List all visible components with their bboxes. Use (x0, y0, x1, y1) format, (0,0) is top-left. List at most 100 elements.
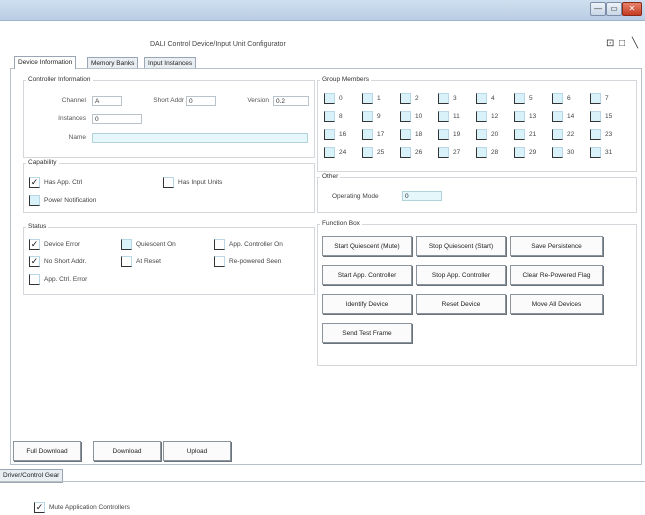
start-quiescent-button[interactable]: Start Quiescent (Mute) (322, 236, 412, 256)
group-26-label: 26 (415, 149, 423, 156)
dock-icon[interactable]: □ (619, 38, 625, 49)
has-input-units-checkbox[interactable] (163, 177, 174, 188)
controller-information-group: Controller Information Channel A Short A… (23, 76, 315, 158)
version-field[interactable]: 0.2 (273, 96, 309, 106)
group-22-checkbox[interactable] (552, 129, 563, 140)
group-24-checkbox[interactable] (324, 147, 335, 158)
group-15-checkbox[interactable] (590, 111, 601, 122)
group-3-label: 3 (453, 95, 457, 102)
save-persistence-button[interactable]: Save Persistence (510, 236, 603, 256)
group-16-checkbox[interactable] (324, 129, 335, 140)
group-30-label: 30 (567, 149, 575, 156)
power-notification-checkbox[interactable] (29, 195, 40, 206)
name-label: Name (68, 134, 86, 141)
group-28-checkbox[interactable] (476, 147, 487, 158)
move-all-devices-button[interactable]: Move All Devices (510, 294, 603, 314)
has-app-ctrl-checkbox[interactable]: ✓ (29, 177, 40, 188)
app-controller-on-label: App. Controller On (229, 241, 283, 248)
group-6-checkbox[interactable] (552, 93, 563, 104)
mute-app-controllers-checkbox[interactable]: ✓ (34, 502, 45, 513)
group-2-label: 2 (415, 95, 419, 102)
group-1-checkbox[interactable] (362, 93, 373, 104)
device-information-panel: Controller Information Channel A Short A… (10, 68, 642, 465)
group-4-checkbox[interactable] (476, 93, 487, 104)
stop-app-controller-button[interactable]: Stop App. Controller (416, 265, 506, 285)
group-8-checkbox[interactable] (324, 111, 335, 122)
group-18-checkbox[interactable] (400, 129, 411, 140)
group-12-checkbox[interactable] (476, 111, 487, 122)
full-download-button[interactable]: Full Download (13, 441, 81, 461)
no-short-addr-checkbox[interactable]: ✓ (29, 256, 40, 267)
channel-field[interactable]: A (92, 96, 122, 106)
channel-label: Channel (61, 97, 86, 104)
group-7-checkbox[interactable] (590, 93, 601, 104)
clear-re-powered-flag-button[interactable]: Clear Re-Powered Flag (510, 265, 603, 285)
other-group: Other Operating Mode 0 (317, 173, 637, 213)
group-15-label: 15 (605, 113, 613, 120)
group-3-checkbox[interactable] (438, 93, 449, 104)
group-23-checkbox[interactable] (590, 129, 601, 140)
upload-button[interactable]: Upload (163, 441, 231, 461)
group-13-checkbox[interactable] (514, 111, 525, 122)
document-title: DALI Control Device/Input Unit Configura… (150, 41, 286, 48)
group-2-checkbox[interactable] (400, 93, 411, 104)
group-10-label: 10 (415, 113, 423, 120)
stop-quiescent-button[interactable]: Stop Quiescent (Start) (416, 236, 506, 256)
tab-device-information[interactable]: Device Information (14, 56, 77, 69)
group-0-label: 0 (339, 95, 343, 102)
group-26-checkbox[interactable] (400, 147, 411, 158)
group-25-checkbox[interactable] (362, 147, 373, 158)
short-addr-field[interactable]: 0 (186, 96, 216, 106)
function-box-group: Function Box Start Quiescent (Mute) Stop… (317, 220, 637, 366)
group-31-checkbox[interactable] (590, 147, 601, 158)
close-button[interactable]: ✕ (622, 2, 642, 16)
app-ctrl-error-checkbox[interactable] (29, 274, 40, 285)
send-test-frame-button[interactable]: Send Test Frame (322, 323, 412, 343)
group-23-label: 23 (605, 131, 613, 138)
group-21-checkbox[interactable] (514, 129, 525, 140)
group-17-checkbox[interactable] (362, 129, 373, 140)
group-7-label: 7 (605, 95, 609, 102)
group-0-checkbox[interactable] (324, 93, 335, 104)
group-10-checkbox[interactable] (400, 111, 411, 122)
status-group: Status ✓ Device Error Quiescent On App. … (23, 223, 315, 295)
group-30-checkbox[interactable] (552, 147, 563, 158)
has-app-ctrl-label: Has App. Ctrl (44, 179, 83, 186)
quiescent-on-checkbox[interactable] (121, 239, 132, 250)
group-9-label: 9 (377, 113, 381, 120)
reset-device-button[interactable]: Reset Device (416, 294, 506, 314)
group-8-label: 8 (339, 113, 343, 120)
group-11-label: 11 (453, 113, 460, 120)
group-19-checkbox[interactable] (438, 129, 449, 140)
pin-icon[interactable]: ⊡ (606, 38, 614, 49)
at-reset-checkbox[interactable] (121, 256, 132, 267)
device-error-checkbox[interactable]: ✓ (29, 239, 40, 250)
group-24-label: 24 (339, 149, 347, 156)
group-9-checkbox[interactable] (362, 111, 373, 122)
chevron-icon[interactable]: ╲ (632, 38, 638, 49)
re-powered-seen-checkbox[interactable] (214, 256, 225, 267)
group-31-label: 31 (605, 149, 613, 156)
group-29-checkbox[interactable] (514, 147, 525, 158)
name-field[interactable] (92, 133, 308, 143)
group-17-label: 17 (377, 131, 385, 138)
group-14-checkbox[interactable] (552, 111, 563, 122)
start-app-controller-button[interactable]: Start App. Controller (322, 265, 412, 285)
restore-button[interactable]: ▭ (606, 2, 622, 16)
app-controller-on-checkbox[interactable] (214, 239, 225, 250)
mute-app-controllers-label: Mute Application Controllers (49, 504, 130, 511)
download-button[interactable]: Download (93, 441, 161, 461)
group-27-checkbox[interactable] (438, 147, 449, 158)
group-21-label: 21 (529, 131, 537, 138)
minimize-button[interactable]: — (590, 2, 606, 16)
group-5-checkbox[interactable] (514, 93, 525, 104)
group-11-checkbox[interactable] (438, 111, 449, 122)
group-20-label: 20 (491, 131, 499, 138)
device-error-label: Device Error (44, 241, 81, 248)
group-16-label: 16 (339, 131, 347, 138)
operating-mode-field[interactable]: 0 (402, 191, 442, 201)
has-input-units-label: Has Input Units (178, 179, 223, 186)
identify-device-button[interactable]: Identify Device (322, 294, 412, 314)
group-20-checkbox[interactable] (476, 129, 487, 140)
instances-field[interactable]: 0 (92, 114, 142, 124)
